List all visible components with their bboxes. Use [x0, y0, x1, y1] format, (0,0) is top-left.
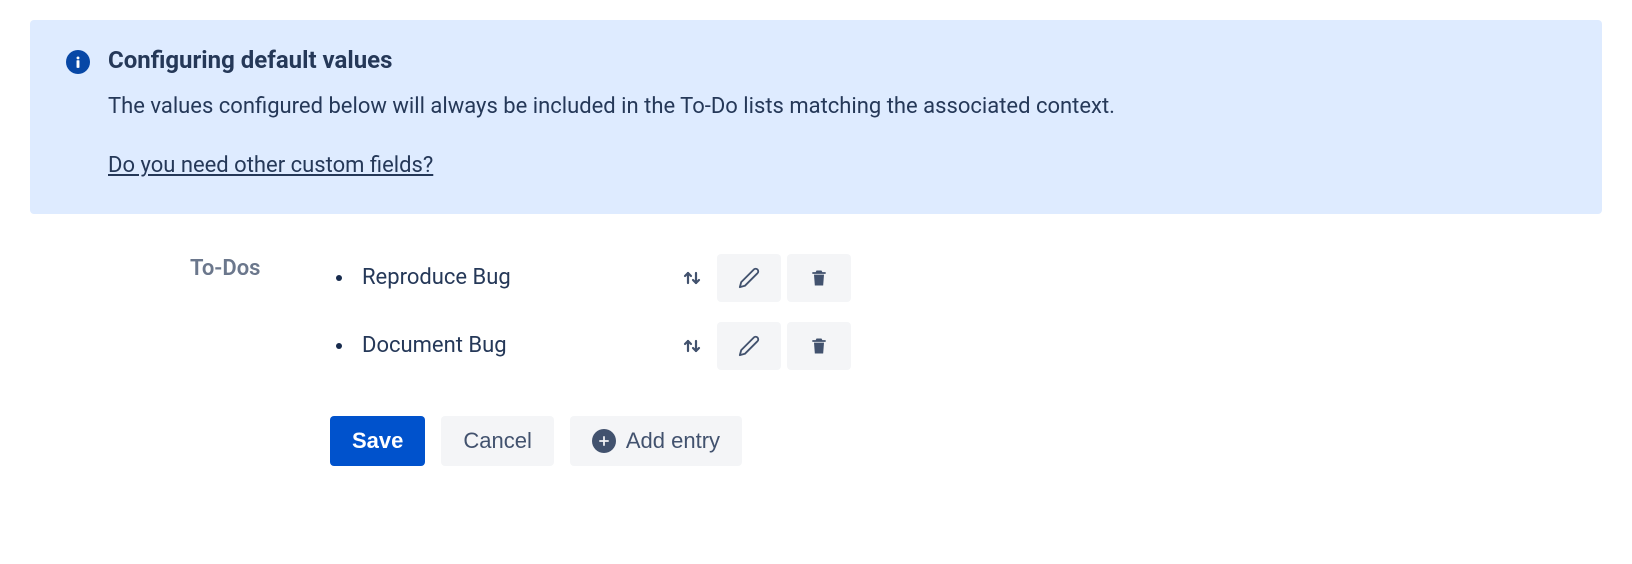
add-entry-button[interactable]: Add entry: [570, 416, 742, 466]
bullet-icon: [336, 343, 342, 349]
pencil-icon: [738, 335, 760, 357]
info-link[interactable]: Do you need other custom fields?: [108, 153, 433, 178]
bullet-icon: [336, 275, 342, 281]
info-content: Configuring default values The values co…: [108, 46, 1566, 178]
info-title: Configuring default values: [108, 46, 1566, 74]
delete-button[interactable]: [787, 254, 851, 302]
save-button[interactable]: Save: [330, 416, 425, 466]
edit-button[interactable]: [717, 322, 781, 370]
form-area: To-Dos Reproduce Bug: [190, 254, 1602, 466]
trash-icon: [809, 268, 829, 288]
edit-button[interactable]: [717, 254, 781, 302]
info-icon-wrap: [66, 46, 90, 74]
entry-row: Document Bug: [330, 322, 851, 370]
entry-actions: [717, 254, 851, 302]
reorder-handle[interactable]: [667, 334, 717, 358]
pencil-icon: [738, 267, 760, 289]
trash-icon: [809, 336, 829, 356]
reorder-handle[interactable]: [667, 266, 717, 290]
info-panel: Configuring default values The values co…: [30, 20, 1602, 214]
button-bar: Save Cancel Add entry: [330, 416, 1602, 466]
entry-row: Reproduce Bug: [330, 254, 851, 302]
delete-button[interactable]: [787, 322, 851, 370]
entries-list: Reproduce Bug: [330, 254, 851, 370]
info-description: The values configured below will always …: [108, 92, 1566, 123]
entry-text: Document Bug: [362, 333, 667, 358]
add-entry-label: Add entry: [626, 428, 720, 454]
plus-circle-icon: [592, 429, 616, 453]
cancel-button[interactable]: Cancel: [441, 416, 553, 466]
entry-text: Reproduce Bug: [362, 265, 667, 290]
form-row: To-Dos Reproduce Bug: [190, 254, 1602, 370]
entry-actions: [717, 322, 851, 370]
field-label: To-Dos: [190, 254, 330, 281]
info-icon: [66, 50, 90, 74]
